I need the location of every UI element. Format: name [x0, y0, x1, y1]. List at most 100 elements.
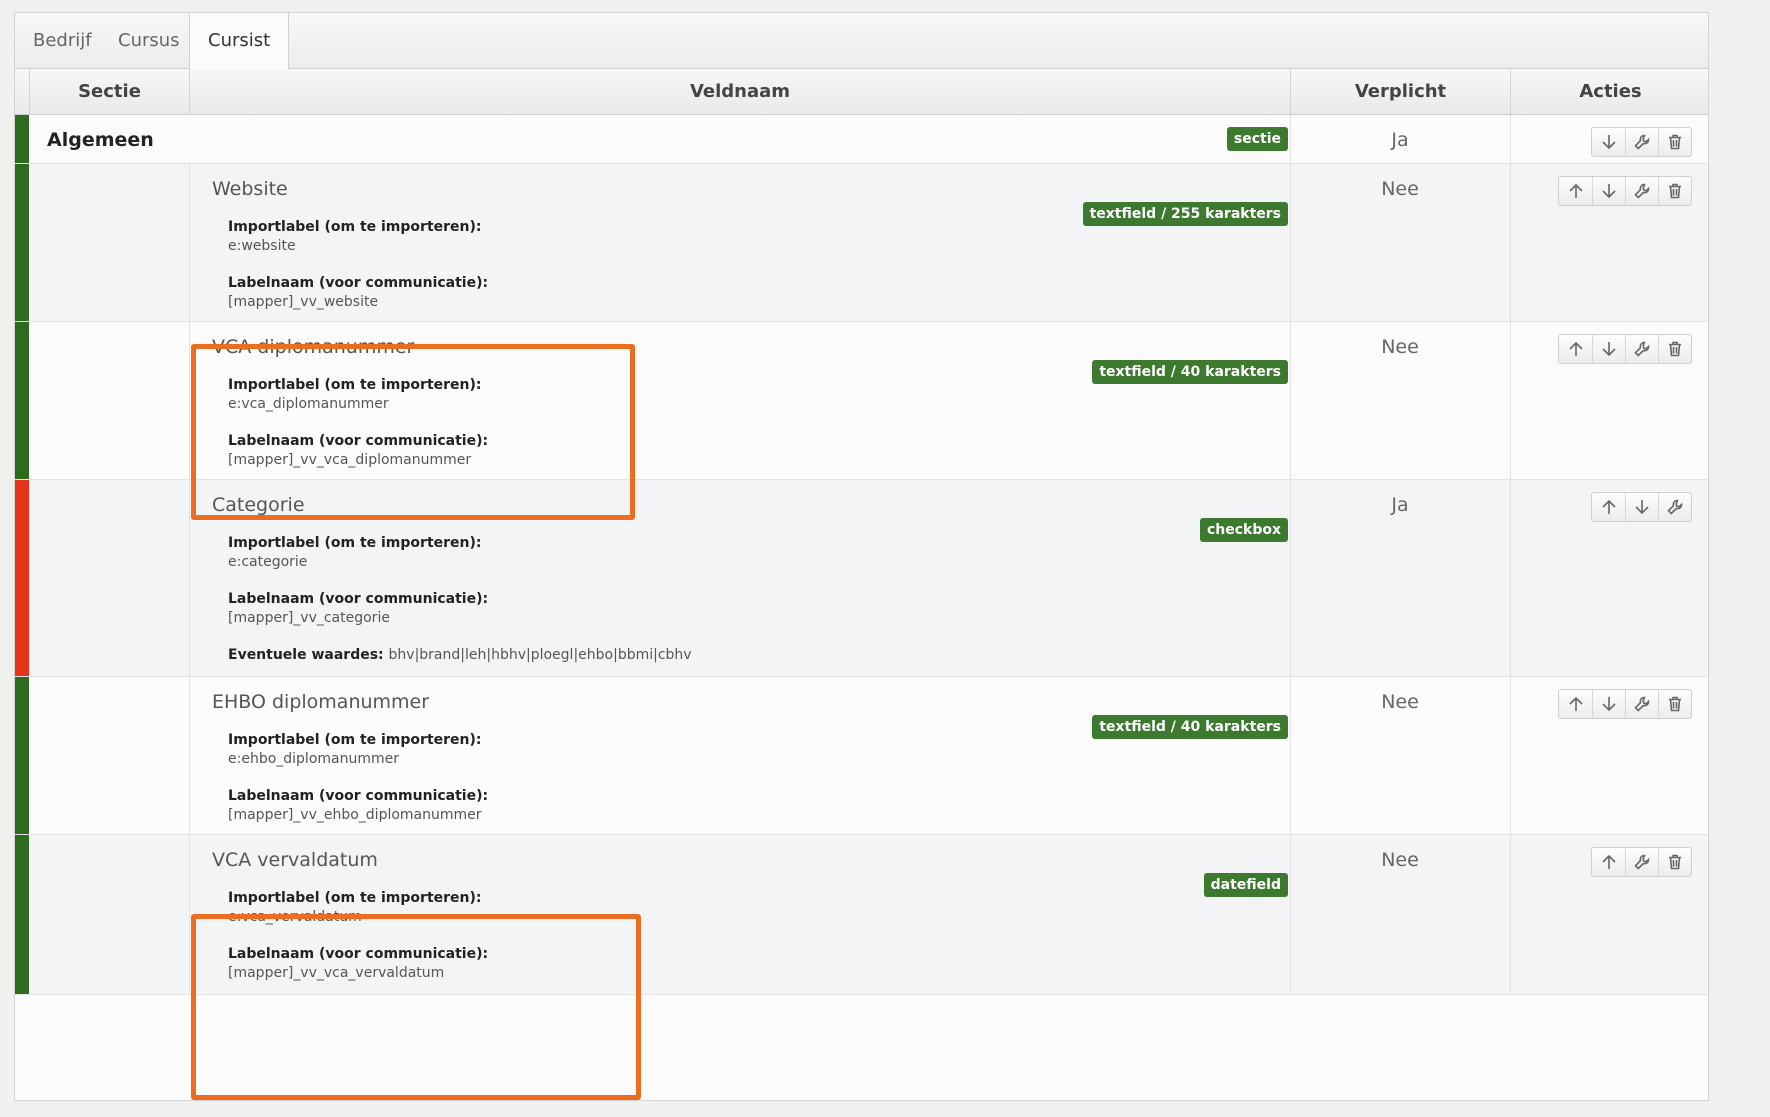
delete-button[interactable]: [1658, 177, 1691, 205]
header-veldnaam[interactable]: Veldnaam: [189, 69, 1290, 114]
header-sectie[interactable]: Sectie: [29, 69, 189, 114]
arrow-down-icon: [1602, 184, 1616, 199]
importlabel-caption: Importlabel (om te importeren):: [228, 732, 482, 748]
status-stripe: [15, 115, 29, 163]
arrow-down-icon: [1602, 697, 1616, 712]
header-verplicht[interactable]: Verplicht: [1290, 69, 1510, 114]
trash-icon: [1669, 183, 1681, 199]
edit-button[interactable]: [1625, 690, 1658, 718]
type-badge: datefield: [1203, 873, 1288, 897]
delete-button[interactable]: [1658, 335, 1691, 363]
trash-icon: [1669, 696, 1681, 712]
importlabel-caption: Importlabel (om te importeren):: [228, 219, 482, 235]
row-actions: [1591, 492, 1692, 522]
section-name: Algemeen: [47, 129, 154, 151]
type-badge: checkbox: [1199, 518, 1288, 542]
labelnaam-value: [mapper]_vv_website: [228, 294, 379, 310]
field-title: EHBO diplomanummer: [212, 691, 430, 713]
labelnaam-value: [mapper]_vv_categorie: [228, 610, 390, 626]
labelnaam-caption: Labelnaam (voor communicatie):: [228, 788, 489, 804]
tab-bedrijf[interactable]: Bedrijf: [15, 13, 110, 68]
table-row: Website textfield / 255 karakters Import…: [15, 164, 1708, 322]
row-actions: [1558, 176, 1692, 206]
importlabel-caption: Importlabel (om te importeren):: [228, 535, 482, 551]
arrow-up-icon: [1568, 341, 1583, 356]
wrench-icon: [1634, 134, 1650, 150]
table-row: Categorie checkbox Importlabel (om te im…: [15, 480, 1708, 677]
delete-button[interactable]: [1658, 848, 1691, 876]
status-stripe: [15, 164, 29, 321]
wrench-icon: [1634, 183, 1650, 199]
table-row: VCA vervaldatum datefield Importlabel (o…: [15, 835, 1708, 995]
tab-bar: Bedrijf Cursus Cursist: [15, 13, 1708, 69]
move-up-button[interactable]: [1592, 848, 1625, 876]
move-up-button[interactable]: [1592, 493, 1625, 521]
move-down-button[interactable]: [1592, 690, 1625, 718]
edit-button[interactable]: [1658, 493, 1691, 521]
wrench-icon: [1634, 341, 1650, 357]
move-up-button[interactable]: [1559, 177, 1592, 205]
field-config-panel: Bedrijf Cursus Cursist Sectie Veldnaam V…: [14, 12, 1709, 1101]
required-value: Ja: [1391, 494, 1409, 516]
trash-icon: [1669, 854, 1681, 870]
delete-button[interactable]: [1658, 128, 1691, 156]
arrow-down-icon: [1602, 342, 1616, 357]
eventuele-caption: Eventuele waardes:: [228, 647, 384, 663]
labelnaam-caption: Labelnaam (voor communicatie):: [228, 591, 489, 607]
required-value: Nee: [1381, 336, 1419, 358]
field-title: VCA diplomanummer: [212, 336, 415, 358]
edit-button[interactable]: [1625, 335, 1658, 363]
eventuele-waardes: Eventuele waardes: bhv|brand|leh|hbhv|pl…: [228, 647, 692, 663]
arrow-up-icon: [1601, 499, 1616, 514]
trash-icon: [1669, 134, 1681, 150]
labelnaam-caption: Labelnaam (voor communicatie):: [228, 275, 489, 291]
importlabel-value: e:categorie: [228, 554, 308, 570]
required-value: Ja: [1391, 129, 1409, 151]
row-actions: [1591, 127, 1692, 157]
edit-button[interactable]: [1625, 848, 1658, 876]
wrench-icon: [1667, 499, 1683, 515]
required-value: Nee: [1381, 849, 1419, 871]
row-actions: [1591, 847, 1692, 877]
move-down-button[interactable]: [1592, 177, 1625, 205]
move-down-button[interactable]: [1592, 335, 1625, 363]
row-actions: [1558, 334, 1692, 364]
move-down-button[interactable]: [1592, 128, 1625, 156]
wrench-icon: [1634, 854, 1650, 870]
eventuele-values: bhv|brand|leh|hbhv|ploegl|ehbo|bbmi|cbhv: [388, 647, 692, 663]
labelnaam-caption: Labelnaam (voor communicatie):: [228, 433, 489, 449]
labelnaam-value: [mapper]_vv_vca_vervaldatum: [228, 965, 445, 981]
table-header: Sectie Veldnaam Verplicht Acties: [15, 69, 1708, 115]
field-title: VCA vervaldatum: [212, 849, 378, 871]
importlabel-value: e:vca_diplomanummer: [228, 396, 389, 412]
type-badge: textfield / 40 karakters: [1092, 360, 1288, 384]
labelnaam-caption: Labelnaam (voor communicatie):: [228, 946, 489, 962]
delete-button[interactable]: [1658, 690, 1691, 718]
move-up-button[interactable]: [1559, 335, 1592, 363]
arrow-down-icon: [1601, 135, 1616, 150]
importlabel-caption: Importlabel (om te importeren):: [228, 377, 482, 393]
arrow-down-icon: [1635, 500, 1649, 515]
status-stripe: [15, 677, 29, 834]
edit-button[interactable]: [1625, 128, 1658, 156]
importlabel-value: e:ehbo_diplomanummer: [228, 751, 399, 767]
arrow-up-icon: [1568, 183, 1583, 198]
importlabel-caption: Importlabel (om te importeren):: [228, 890, 482, 906]
tab-cursus[interactable]: Cursus: [100, 13, 198, 68]
field-title: Categorie: [212, 494, 305, 516]
arrow-up-icon: [1568, 696, 1583, 711]
section-row-algemeen: Algemeen sectie Ja: [15, 115, 1708, 164]
required-value: Nee: [1381, 178, 1419, 200]
status-stripe: [15, 480, 29, 676]
type-badge: textfield / 255 karakters: [1082, 202, 1288, 226]
labelnaam-value: [mapper]_vv_vca_diplomanummer: [228, 452, 472, 468]
type-badge: sectie: [1226, 127, 1288, 151]
tab-cursist[interactable]: Cursist: [189, 13, 290, 69]
header-acties: Acties: [1510, 69, 1708, 114]
edit-button[interactable]: [1625, 177, 1658, 205]
importlabel-value: e:website: [228, 238, 296, 254]
move-up-button[interactable]: [1559, 690, 1592, 718]
table-row: EHBO diplomanummer textfield / 40 karakt…: [15, 677, 1708, 835]
move-down-button[interactable]: [1625, 493, 1658, 521]
status-stripe: [15, 835, 29, 994]
